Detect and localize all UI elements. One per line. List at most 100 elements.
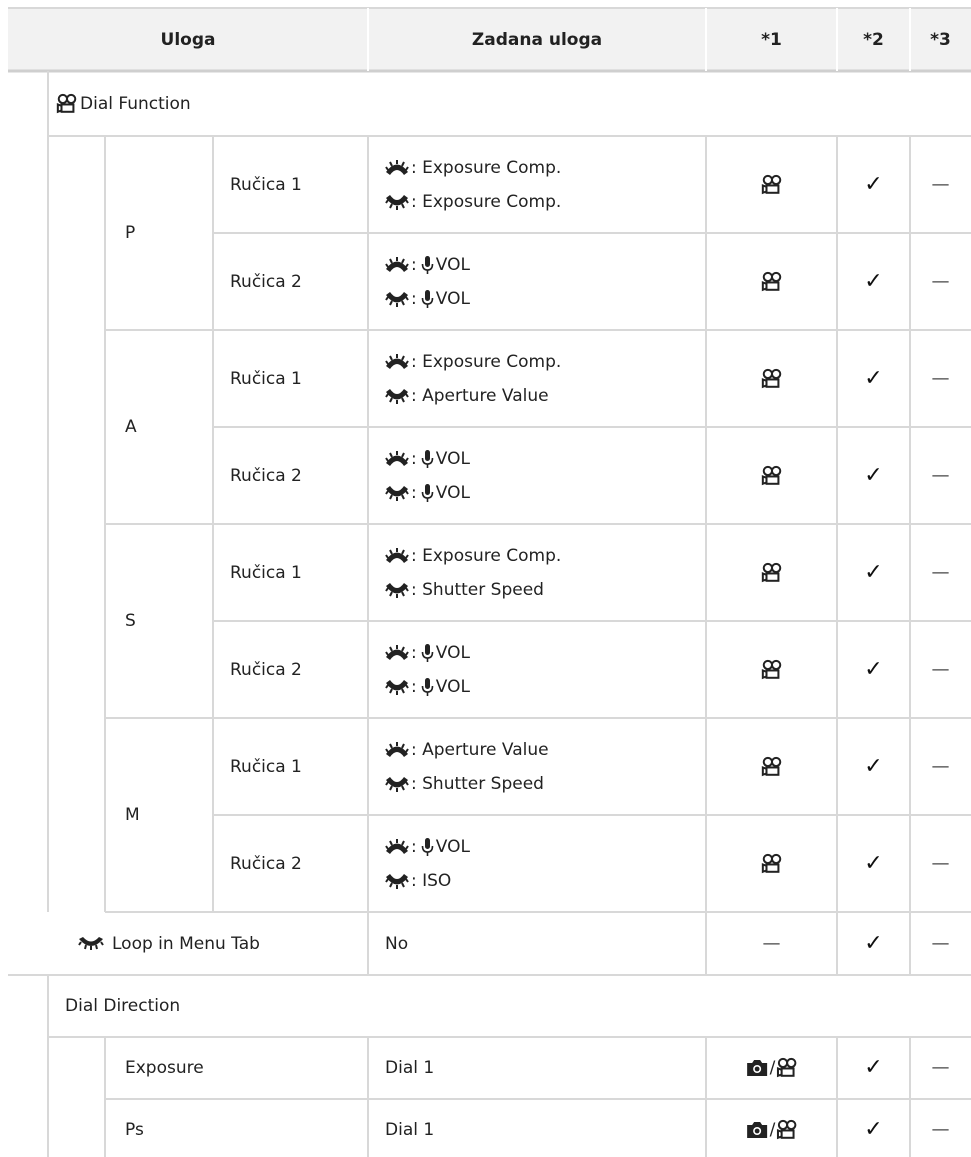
colon: :	[411, 642, 417, 663]
rear-dial-icon	[78, 936, 104, 950]
checkmark-icon: ✓	[864, 268, 883, 294]
loop-value: No	[385, 933, 409, 954]
dash-icon: —	[931, 367, 950, 389]
colon: :	[411, 836, 417, 857]
mode-movie-cell	[761, 465, 783, 487]
front-dial-icon	[385, 256, 409, 272]
dial-setting-label: VOL	[435, 642, 470, 663]
front-dial-setting: : VOL	[385, 449, 470, 469]
mode-photo-movie-cell: /	[745, 1118, 799, 1142]
header-col3: *3	[930, 29, 951, 50]
section-title-label: Dial Function	[80, 93, 191, 114]
dial-setting-label: : Aperture Value	[411, 739, 549, 760]
rear-dial-icon	[385, 582, 409, 598]
dash-icon: —	[931, 561, 950, 583]
checkmark-icon: ✓	[864, 753, 883, 779]
movie-camera-icon	[777, 1057, 797, 1078]
rear-dial-setting: : VOL	[385, 677, 470, 697]
dial-name: Ručica 2	[230, 465, 302, 486]
dial-name: Ručica 2	[230, 659, 302, 680]
separator: /	[769, 1120, 776, 1140]
settings-table: Uloga Zadana uloga *1 *2 *3 Dial Function P Ruč…	[0, 0, 971, 1157]
dial-setting-label: : Exposure Comp.	[411, 545, 562, 566]
dash-icon: —	[931, 270, 950, 292]
checkmark-icon: ✓	[864, 1055, 883, 1080]
rear-dial-setting: : ISO	[385, 871, 451, 891]
front-dial-icon	[385, 838, 409, 854]
checkmark-icon: ✓	[864, 930, 883, 956]
checkmark-icon: ✓	[864, 559, 883, 585]
front-dial-setting: : Exposure Comp.	[385, 546, 561, 566]
rear-dial-icon	[385, 679, 409, 695]
front-dial-icon	[385, 644, 409, 660]
dial-setting-label: : Aperture Value	[411, 385, 549, 406]
front-dial-icon	[385, 547, 409, 563]
header-col2: *2	[863, 29, 884, 50]
dial-name: Ručica 2	[230, 853, 302, 874]
dial-direction-title: Dial Direction	[65, 996, 181, 1016]
rear-dial-icon	[385, 485, 409, 501]
movie-camera-icon	[761, 562, 781, 582]
dash-icon: —	[931, 932, 950, 954]
dial-function-title: Dial Function	[56, 93, 191, 115]
dial-name: Ručica 1	[230, 562, 302, 583]
camera-icon	[746, 1060, 767, 1076]
mode-label: P	[125, 223, 136, 243]
front-dial-icon	[385, 353, 409, 369]
dash-icon: —	[931, 658, 950, 680]
dial-setting-label: : ISO	[411, 870, 452, 891]
dial-direction-value: Dial 1	[385, 1058, 435, 1078]
colon: :	[411, 254, 417, 275]
dial-setting-label: : Exposure Comp.	[411, 191, 562, 212]
rear-dial-icon	[385, 776, 409, 792]
dash-icon: —	[762, 932, 781, 954]
movie-camera-icon	[761, 659, 781, 679]
checkmark-icon: ✓	[864, 365, 883, 391]
microphone-icon	[421, 643, 434, 662]
dash-icon: —	[931, 1057, 950, 1078]
front-dial-setting: : VOL	[385, 643, 470, 663]
header-col1: *1	[761, 29, 782, 50]
dial-name: Ručica 1	[230, 174, 302, 195]
mode-label: S	[125, 611, 136, 631]
dial-name: Ručica 1	[230, 756, 302, 777]
microphone-icon	[421, 449, 434, 468]
rear-dial-setting: : Shutter Speed	[385, 580, 544, 600]
dash-icon: —	[931, 852, 950, 874]
mode-movie-cell	[761, 659, 783, 681]
microphone-icon	[421, 677, 434, 696]
dial-setting-label: VOL	[435, 448, 470, 469]
colon: :	[411, 288, 417, 309]
colon: :	[411, 676, 417, 697]
dial-setting-label: VOL	[435, 482, 470, 503]
movie-camera-icon	[777, 1119, 797, 1140]
mode-movie-cell	[761, 271, 783, 293]
colon: :	[411, 482, 417, 503]
mode-movie-cell	[761, 174, 783, 196]
front-dial-setting: : VOL	[385, 255, 470, 275]
checkmark-icon: ✓	[864, 462, 883, 488]
loop-in-menu-tab-label: Loop in Menu Tab	[78, 934, 260, 954]
mode-movie-cell	[761, 853, 783, 875]
dial-setting-label: : Exposure Comp.	[411, 157, 562, 178]
dial-direction-item: Ps	[125, 1120, 144, 1140]
dash-icon: —	[931, 173, 950, 195]
separator: /	[769, 1058, 776, 1078]
checkmark-icon: ✓	[864, 656, 883, 682]
front-dial-setting: : VOL	[385, 837, 470, 857]
movie-camera-icon	[761, 465, 781, 485]
header-role: Uloga	[160, 29, 216, 50]
rear-dial-icon	[385, 388, 409, 404]
dial-direction-item: Exposure	[125, 1058, 204, 1078]
front-dial-icon	[385, 450, 409, 466]
rear-dial-setting: : Shutter Speed	[385, 774, 544, 794]
rear-dial-setting: : VOL	[385, 289, 470, 309]
movie-camera-icon	[761, 271, 781, 291]
front-dial-icon	[385, 741, 409, 757]
dial-setting-label: : Shutter Speed	[411, 773, 544, 794]
dial-setting-label: : Exposure Comp.	[411, 351, 562, 372]
microphone-icon	[421, 837, 434, 856]
movie-camera-icon	[761, 756, 781, 776]
rear-dial-icon	[385, 291, 409, 307]
dial-setting-label: VOL	[435, 836, 470, 857]
